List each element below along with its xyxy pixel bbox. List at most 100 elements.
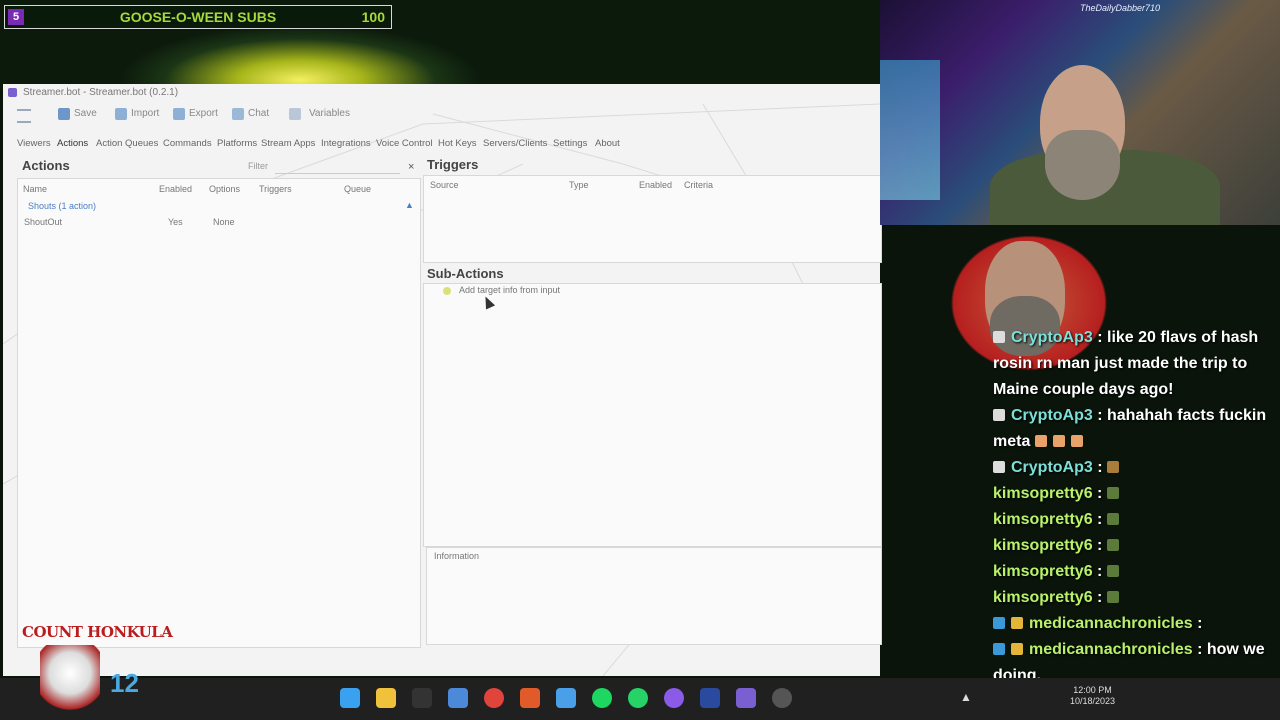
save-icon	[58, 108, 70, 120]
webcam-main: TheDailyDabber710	[880, 0, 1280, 225]
clock-time: 12:00 PM	[1073, 685, 1112, 695]
column-queue[interactable]: Queue	[344, 184, 371, 194]
window-title: Streamer.bot - Streamer.bot (0.2.1)	[23, 87, 179, 98]
emote-icon	[1034, 435, 1047, 447]
chat-username: CryptoAp3	[1011, 407, 1093, 424]
goal-target: 100	[361, 9, 385, 25]
start-icon[interactable]	[340, 688, 360, 708]
hand-badge-icon	[993, 331, 1005, 343]
chat-message: kimsopretty6 :	[993, 507, 1280, 533]
clear-filter-icon[interactable]: ×	[408, 161, 414, 173]
save-button[interactable]: Save	[58, 106, 97, 122]
badge-icon	[993, 643, 1005, 655]
column-trigger-enabled[interactable]: Enabled	[639, 180, 672, 190]
chat-icon	[232, 108, 244, 120]
webcam-name: TheDailyDabber710	[1080, 3, 1161, 13]
window-titlebar: Streamer.bot - Streamer.bot (0.2.1)	[3, 84, 880, 102]
brave-icon[interactable]	[520, 688, 540, 708]
chat-button[interactable]: Chat	[232, 106, 269, 122]
column-options[interactable]: Options	[209, 184, 240, 194]
export-button[interactable]: Export	[173, 106, 218, 122]
chat-message: kimsopretty6 :	[993, 481, 1280, 507]
app-icon[interactable]	[412, 688, 432, 708]
actions-title: Actions	[22, 158, 70, 173]
action-row[interactable]: ShoutOut Yes None	[23, 216, 415, 229]
chat-message: kimsopretty6 :	[993, 585, 1280, 611]
chat-username: medicannachronicles	[1029, 641, 1193, 658]
information-title: Information	[434, 551, 480, 561]
clock[interactable]: 12:00 PM 10/18/2023	[1070, 685, 1115, 707]
filter-label: Filter	[248, 161, 268, 171]
subactions-title: Sub-Actions	[427, 266, 504, 281]
tab-settings[interactable]: Settings	[553, 138, 587, 149]
file-explorer-icon[interactable]	[376, 688, 396, 708]
crown-badge-icon	[1011, 643, 1023, 655]
information-box	[426, 547, 882, 645]
tab-stream-apps[interactable]: Stream Apps	[261, 138, 315, 149]
chrome-icon[interactable]	[484, 688, 504, 708]
filter-input[interactable]	[275, 160, 400, 174]
tab-servers-clients[interactable]: Servers/Clients	[483, 138, 547, 149]
triggers-title: Triggers	[427, 157, 479, 172]
chat-message: CryptoAp3 : hahahah facts fuckin meta	[993, 407, 1267, 450]
emote-icon	[1106, 513, 1119, 525]
tray-chevron-icon[interactable]: ▲	[960, 690, 974, 704]
hand-badge-icon	[993, 461, 1005, 473]
messenger-icon[interactable]	[664, 688, 684, 708]
tab-hot-keys[interactable]: Hot Keys	[438, 138, 477, 149]
chat-username: CryptoAp3	[1011, 329, 1093, 346]
tab-voice-control[interactable]: Voice Control	[376, 138, 433, 149]
crown-badge-icon	[1011, 617, 1023, 629]
column-type[interactable]: Type	[569, 180, 589, 190]
column-enabled[interactable]: Enabled	[159, 184, 192, 194]
column-criteria[interactable]: Criteria	[684, 180, 713, 190]
import-icon	[115, 108, 127, 120]
collapse-icon[interactable]: ▲	[405, 200, 414, 210]
variables-button[interactable]: Variables	[289, 106, 350, 122]
action-group-row[interactable]: Shouts (1 action) ▲	[23, 200, 415, 213]
tab-viewers[interactable]: Viewers	[17, 138, 51, 149]
count-honkula-logo: COUNT HONKULA	[22, 623, 173, 641]
chat-username: kimsopretty6	[993, 589, 1093, 606]
tab-actions[interactable]: Actions	[57, 138, 88, 149]
chat-username: CryptoAp3	[1011, 459, 1093, 476]
subaction-icon	[443, 287, 451, 295]
chat-username: kimsopretty6	[993, 511, 1093, 528]
actions-grid	[17, 178, 421, 648]
menu-icon[interactable]	[17, 106, 31, 123]
tab-bar: Viewers Actions Action Queues Commands P…	[3, 136, 880, 152]
spotify-icon[interactable]	[592, 688, 612, 708]
audio-app-icon[interactable]	[700, 688, 720, 708]
column-name[interactable]: Name	[23, 184, 47, 194]
tab-commands[interactable]: Commands	[163, 138, 212, 149]
tab-about[interactable]: About	[595, 138, 620, 149]
emote-icon	[1106, 591, 1119, 603]
goal-title: GOOSE-O-WEEN SUBS	[119, 9, 277, 25]
column-triggers[interactable]: Triggers	[259, 184, 292, 194]
chat-username: kimsopretty6	[993, 485, 1093, 502]
badge-icon	[993, 617, 1005, 629]
subactions-list	[423, 283, 882, 547]
chat-username: kimsopretty6	[993, 563, 1093, 580]
chat-message: medicannachronicles :	[993, 611, 1280, 637]
logo-number: 12	[110, 668, 139, 698]
emote-icon	[1106, 539, 1119, 551]
tab-action-queues[interactable]: Action Queues	[96, 138, 158, 149]
obs-icon[interactable]	[772, 688, 792, 708]
import-button[interactable]: Import	[115, 106, 159, 122]
emote-icon	[1106, 487, 1119, 499]
chat-message: kimsopretty6 :	[993, 559, 1280, 585]
streamerbot-window: Streamer.bot - Streamer.bot (0.2.1) Save…	[3, 84, 882, 676]
clock-date: 10/18/2023	[1070, 696, 1116, 706]
streamerbot-icon[interactable]	[736, 688, 756, 708]
column-source[interactable]: Source	[430, 180, 459, 190]
chat-message: kimsopretty6 :	[993, 533, 1280, 559]
app-icon[interactable]	[556, 688, 576, 708]
whatsapp-icon[interactable]	[628, 688, 648, 708]
toolbar: Save Import Export Chat Variables	[3, 104, 880, 124]
notepad-icon[interactable]	[448, 688, 468, 708]
chat-message: CryptoAp3 : like 20 flavs of hash rosin …	[993, 329, 1259, 398]
action-name: ShoutOut	[24, 217, 63, 227]
tab-platforms[interactable]: Platforms	[217, 138, 257, 149]
tab-integrations[interactable]: Integrations	[321, 138, 371, 149]
